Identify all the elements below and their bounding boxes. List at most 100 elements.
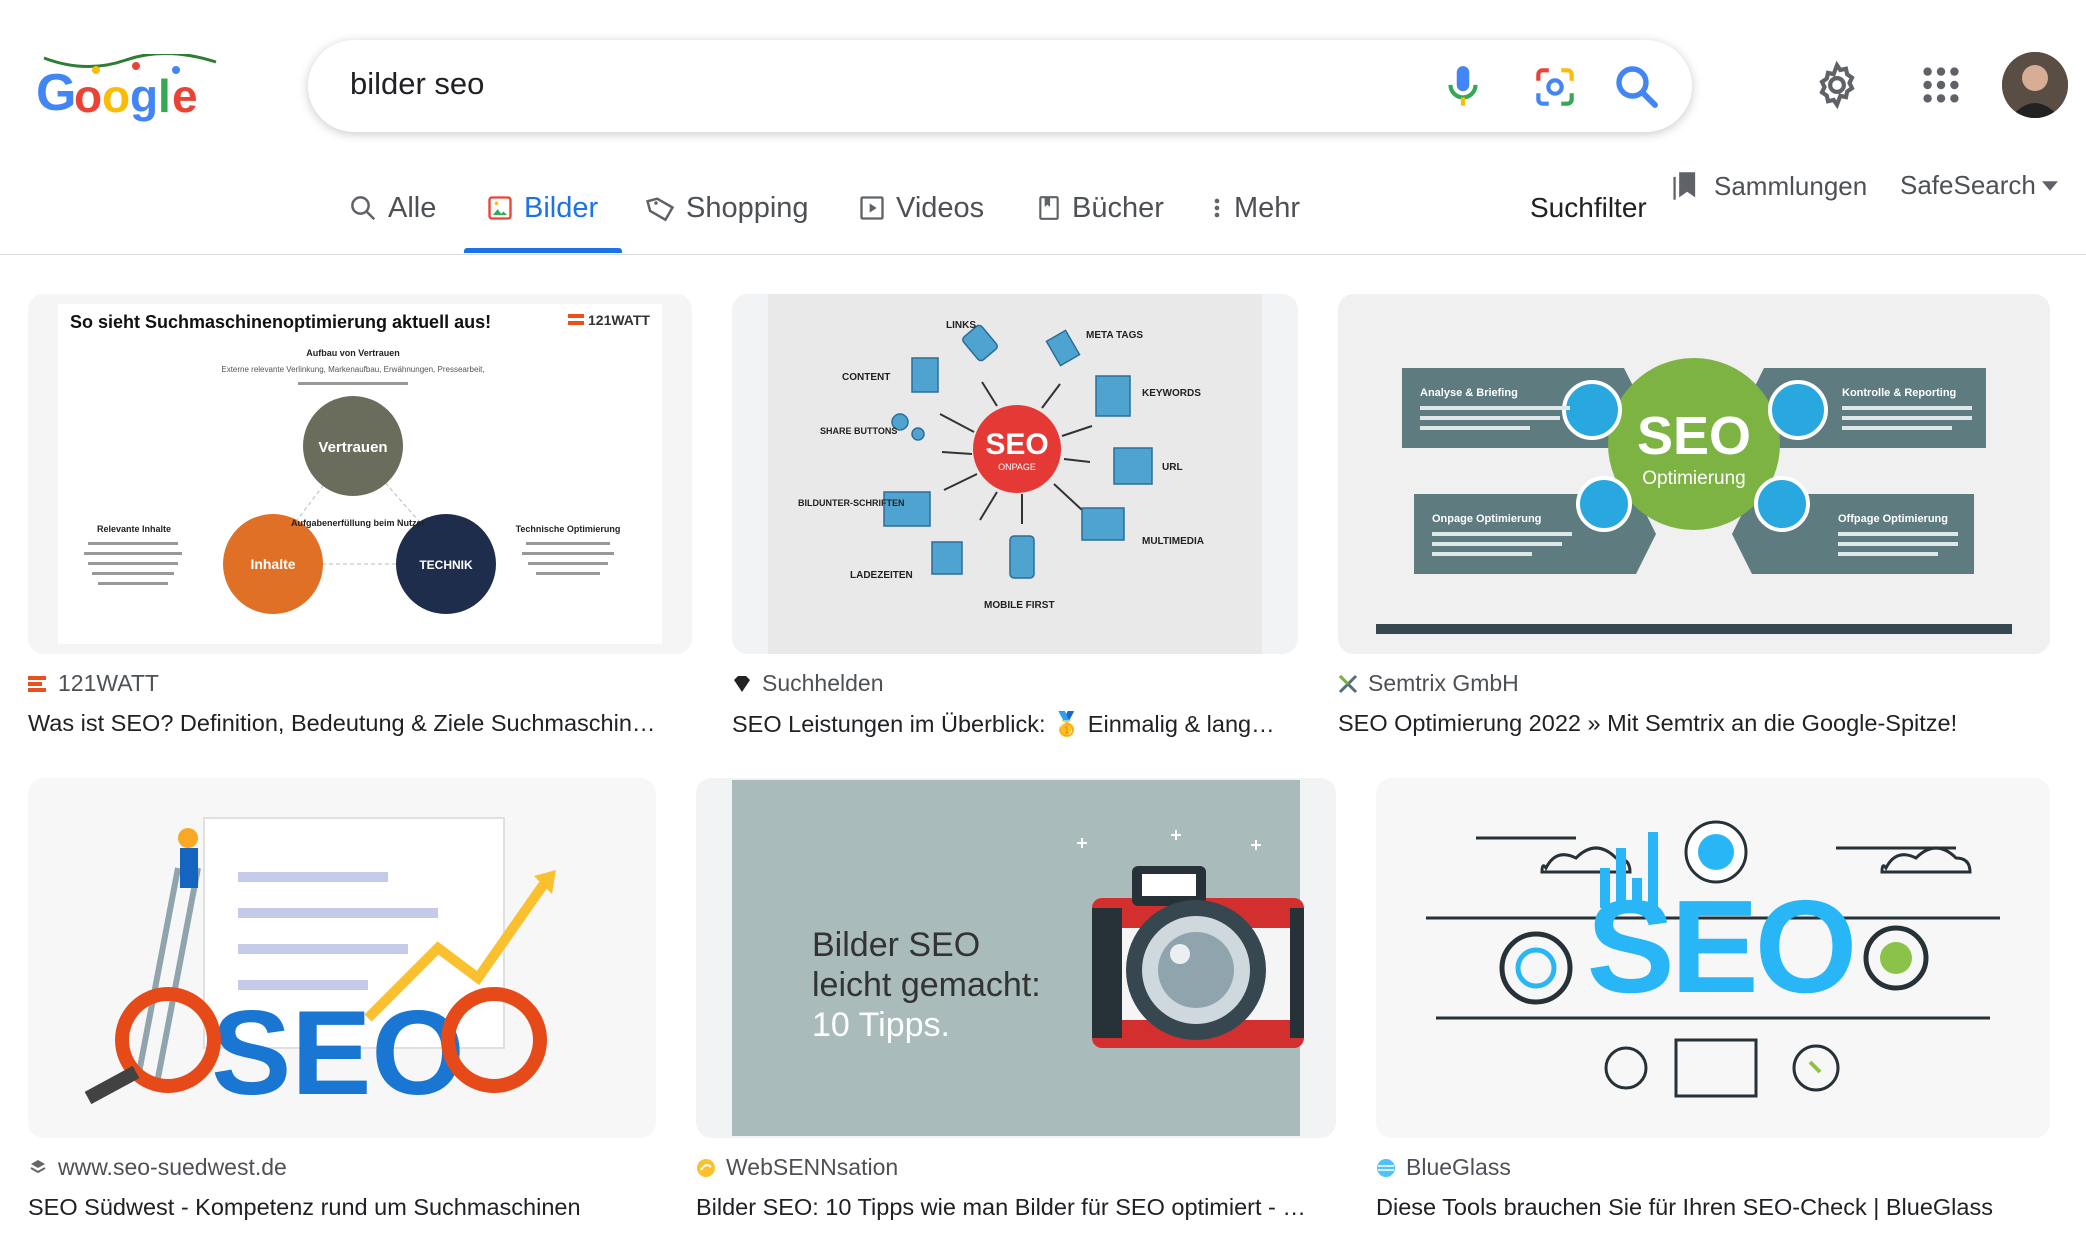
tab-mehr[interactable]: Mehr	[1210, 188, 1300, 228]
image-text: KEYWORDS	[1142, 388, 1201, 399]
image-search-button[interactable]	[1530, 62, 1580, 112]
svg-text:o: o	[74, 70, 102, 122]
image-text: TECHNIK	[419, 558, 473, 572]
search-input[interactable]: bilder seo	[350, 66, 484, 102]
seo-tools-image: SEO	[1376, 778, 2050, 1138]
result-source[interactable]: Suchhelden	[732, 670, 884, 697]
image-text: Externe relevante Verlinkung, Markenaufb…	[221, 365, 484, 374]
image-text: SEO	[985, 428, 1048, 461]
image-icon	[488, 196, 512, 220]
result-thumbnail[interactable]: Bilder SEO leicht gemacht: 10 Tipps.	[696, 778, 1336, 1138]
result-source[interactable]: 121WATT	[28, 670, 159, 697]
result-title[interactable]: SEO Südwest - Kompetenz rund um Suchmasc…	[28, 1194, 656, 1221]
result-thumbnail[interactable]: SEO	[28, 778, 656, 1138]
image-text: leicht gemacht:	[812, 966, 1041, 1004]
result-thumbnail[interactable]: SEO ONPAGE LINKS META TAGS CONTENT KEYWO…	[732, 294, 1298, 654]
tab-label: Shopping	[686, 191, 809, 224]
camera-lens-icon	[1536, 68, 1574, 106]
search-icon	[351, 196, 376, 221]
result-thumbnail[interactable]: SEO	[1376, 778, 2050, 1138]
camera-tips-image: Bilder SEO leicht gemacht: 10 Tipps.	[696, 778, 1336, 1138]
image-text: URL	[1162, 462, 1183, 473]
source-name: WebSENNsation	[726, 1154, 899, 1180]
result-title[interactable]: SEO Optimierung 2022 » Mit Semtrix an di…	[1338, 710, 2050, 737]
user-avatar	[2002, 52, 2068, 118]
image-text: LADEZEITEN	[850, 570, 913, 581]
image-text: SEO	[211, 986, 464, 1120]
settings-button[interactable]	[1812, 60, 1862, 110]
search-box[interactable]: bilder seo	[308, 40, 1692, 132]
svg-text:l: l	[158, 70, 171, 122]
image-text: Analyse & Briefing	[1420, 387, 1518, 399]
tab-label: Alle	[388, 191, 437, 224]
tab-buecher[interactable]: Bücher	[1036, 188, 1164, 228]
source-name: Suchhelden	[762, 670, 884, 696]
image-text: Relevante Inhalte	[97, 524, 171, 534]
image-text: ONPAGE	[998, 462, 1036, 472]
result-title[interactable]: Was ist SEO? Definition, Bedeutung & Zie…	[28, 710, 692, 737]
source-name: 121WATT	[58, 670, 159, 696]
diamond-favicon-icon	[734, 675, 750, 692]
google-doodle-logo: G o o g l e	[36, 52, 217, 122]
x-favicon-icon	[1338, 674, 1358, 693]
image-text: Aufgabenerfüllung beim Nutzer	[291, 518, 426, 528]
safesearch-label: SafeSearch	[1900, 170, 2036, 200]
result-title[interactable]: Bilder SEO: 10 Tipps wie man Bilder für …	[696, 1194, 1336, 1221]
collections-label: Sammlungen	[1714, 170, 1868, 201]
seo-optimierung-image: SEO Optimierung Analyse & Briefing Kontr…	[1338, 294, 2050, 654]
image-text: CONTENT	[842, 372, 890, 383]
result-source[interactable]: Semtrix GmbH	[1338, 670, 1519, 697]
seo-diagram-image: So sieht Suchmaschinenoptimierung aktuel…	[28, 294, 692, 654]
microphone-icon	[1448, 66, 1478, 106]
seo-illustration-image: SEO	[28, 778, 656, 1138]
image-text: SEO	[1637, 406, 1751, 466]
tools-button[interactable]: Suchfilter	[1530, 192, 1647, 224]
result-source[interactable]: BlueGlass	[1376, 1154, 1511, 1181]
google-apps-button[interactable]	[1918, 62, 1964, 108]
image-text: LINKS	[946, 320, 976, 331]
result-thumbnail[interactable]: So sieht Suchmaschinenoptimierung aktuel…	[28, 294, 692, 654]
avatar[interactable]	[2002, 52, 2068, 118]
tab-shopping[interactable]: Shopping	[646, 188, 809, 228]
image-text: Vertrauen	[318, 439, 387, 456]
caret-down-icon	[2041, 180, 2058, 191]
result-title[interactable]: Diese Tools brauchen Sie für Ihren SEO-C…	[1376, 1194, 2050, 1221]
globe-favicon-icon	[1377, 1158, 1395, 1177]
result-thumbnail[interactable]: SEO Optimierung Analyse & Briefing Kontr…	[1338, 294, 2050, 654]
svg-text:e: e	[172, 70, 198, 122]
tab-label: Bücher	[1072, 191, 1164, 224]
image-text: Onpage Optimierung	[1432, 513, 1541, 525]
search-icon	[1616, 66, 1658, 108]
tab-alle[interactable]: Alle	[348, 188, 436, 228]
source-name: www.seo-suedwest.de	[58, 1154, 287, 1180]
tab-videos[interactable]: Videos	[858, 188, 984, 228]
image-text: MULTIMEDIA	[1142, 536, 1204, 547]
image-heading: So sieht Suchmaschinenoptimierung aktuel…	[70, 312, 491, 332]
image-text: Offpage Optimierung	[1838, 513, 1948, 525]
image-text: Technische Optimierung	[516, 524, 621, 534]
safesearch-button[interactable]: SafeSearch	[1900, 170, 2058, 201]
google-logo[interactable]: G o o g l e	[36, 52, 222, 124]
result-title[interactable]: SEO Leistungen im Überblick: 🥇 Einmalig …	[732, 710, 1298, 738]
image-brand: 121WATT	[588, 312, 650, 328]
voice-search-button[interactable]	[1438, 62, 1488, 112]
image-text: SHARE BUTTONS	[820, 426, 897, 436]
apps-grid-icon	[1923, 67, 1959, 103]
tab-label: Bilder	[524, 191, 599, 224]
result-source[interactable]: www.seo-suedwest.de	[28, 1154, 287, 1181]
image-text: Bilder SEO	[812, 926, 980, 964]
active-tab-indicator	[464, 248, 622, 253]
tab-bilder[interactable]: Bilder	[486, 188, 598, 228]
source-name: BlueGlass	[1406, 1154, 1511, 1180]
tag-icon	[646, 197, 675, 222]
result-source[interactable]: WebSENNsation	[696, 1154, 898, 1181]
play-icon	[860, 196, 884, 220]
image-text: MOBILE FIRST	[984, 600, 1055, 611]
svg-text:g: g	[130, 70, 158, 122]
collections-button[interactable]: Sammlungen	[1672, 170, 1867, 202]
sun-favicon-icon	[697, 1158, 715, 1177]
bookmark-stack-icon	[1673, 172, 1696, 200]
globe-favicon-icon	[30, 1159, 46, 1173]
search-button[interactable]	[1610, 60, 1664, 114]
more-vert-icon	[1214, 198, 1220, 218]
